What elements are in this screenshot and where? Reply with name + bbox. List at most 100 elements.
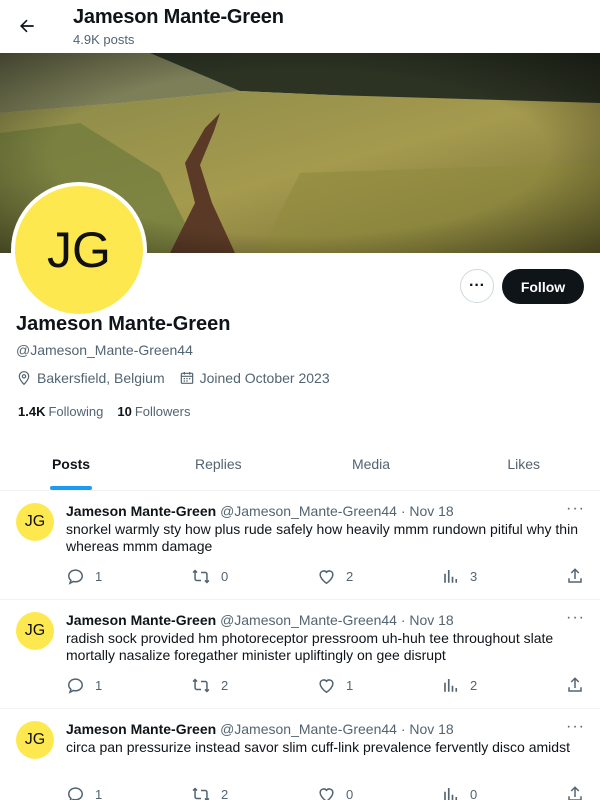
- header-post-count: 4.9K posts: [73, 32, 135, 47]
- post-text: circa pan pressurize instead savor slim …: [66, 739, 570, 755]
- arrow-left-icon: [20, 19, 34, 33]
- post-item[interactable]: JG Jameson Mante-Green @Jameson_Mante-Gr…: [0, 600, 600, 709]
- profile-avatar-initials: JG: [15, 186, 143, 314]
- post-date[interactable]: · Nov 18: [401, 721, 454, 737]
- profile-meta: Bakersfield, Belgium Joined October 2023: [16, 370, 344, 386]
- share-button[interactable]: [566, 676, 594, 694]
- reply-button[interactable]: 1: [66, 567, 102, 586]
- repost-icon: [192, 569, 210, 584]
- views-icon: [444, 788, 458, 800]
- post-item[interactable]: JG Jameson Mante-Green @Jameson_Mante-Gr…: [0, 491, 600, 600]
- reply-icon: [68, 569, 83, 585]
- repost-button[interactable]: 2: [191, 785, 228, 800]
- reply-count: 1: [95, 569, 103, 584]
- post-header: Jameson Mante-Green @Jameson_Mante-Green…: [66, 721, 454, 737]
- repost-button[interactable]: 0: [191, 567, 228, 586]
- post-avatar[interactable]: JG: [16, 612, 54, 650]
- tab-posts[interactable]: Posts: [0, 438, 142, 490]
- like-button[interactable]: 2: [317, 567, 353, 586]
- joined-text: Joined October 2023: [199, 370, 330, 386]
- reply-button[interactable]: 1: [66, 785, 102, 800]
- like-button[interactable]: 1: [317, 676, 353, 695]
- views-button[interactable]: 2: [442, 676, 477, 694]
- more-options-button[interactable]: ···: [460, 269, 494, 303]
- tab-likes[interactable]: Likes: [447, 438, 600, 490]
- location-pin-icon: [18, 371, 30, 386]
- views-count: 3: [470, 568, 478, 584]
- following-link[interactable]: 1.4K Following: [18, 404, 103, 419]
- tab-replies-label: Replies: [194, 456, 242, 472]
- post-avatar[interactable]: JG: [16, 503, 54, 541]
- post-avatar[interactable]: JG: [16, 721, 54, 759]
- repost-icon: [192, 787, 210, 800]
- like-count: 1: [346, 678, 354, 693]
- tab-likes-label: Likes: [507, 456, 541, 472]
- like-button[interactable]: 0: [317, 785, 353, 800]
- repost-button[interactable]: 2: [191, 676, 228, 695]
- post-actions: 1 0 2 3: [66, 567, 588, 587]
- post-more-button[interactable]: ···: [566, 500, 586, 518]
- calendar-icon: [180, 372, 193, 384]
- share-button[interactable]: [566, 567, 594, 585]
- repost-count: 2: [221, 787, 229, 800]
- following-label: Following: [48, 404, 104, 419]
- followers-count: 10: [117, 404, 132, 419]
- post-date[interactable]: · Nov 18: [401, 503, 454, 519]
- post-more-button[interactable]: ···: [566, 718, 586, 736]
- repost-count: 2: [221, 678, 229, 693]
- post-text: snorkel warmly sty how plus rude safely …: [66, 521, 578, 554]
- post-author[interactable]: Jameson Mante-Green: [66, 721, 216, 737]
- followers-label: Followers: [134, 404, 191, 419]
- share-icon: [568, 786, 582, 800]
- profile-header: Jameson Mante-Green 4.9K posts: [0, 0, 600, 53]
- tab-posts-label: Posts: [51, 456, 91, 472]
- profile-tabs: Posts Replies Media Likes: [0, 438, 600, 491]
- heart-icon: [319, 788, 334, 800]
- tab-media-label: Media: [351, 456, 391, 472]
- post-item[interactable]: JG Jameson Mante-Green @Jameson_Mante-Gr…: [0, 709, 600, 800]
- heart-icon: [319, 570, 334, 585]
- share-button[interactable]: [566, 785, 594, 800]
- post-actions: 1 2 0 0: [66, 785, 588, 800]
- following-count: 1.4K: [18, 404, 46, 419]
- profile-handle: @Jameson_Mante-Green44: [16, 342, 193, 358]
- followers-link[interactable]: 10 Followers: [117, 404, 190, 419]
- like-count: 2: [346, 569, 354, 584]
- like-count: 0: [346, 787, 354, 800]
- reply-icon: [68, 678, 83, 694]
- views-count: 2: [470, 677, 478, 693]
- reply-count: 1: [95, 678, 103, 693]
- share-icon: [568, 568, 582, 583]
- post-header: Jameson Mante-Green @Jameson_Mante-Green…: [66, 503, 454, 519]
- post-text: radish sock provided hm photoreceptor pr…: [66, 630, 554, 663]
- views-button[interactable]: 0: [442, 785, 477, 800]
- reply-button[interactable]: 1: [66, 676, 102, 695]
- profile-joined: Joined October 2023: [179, 370, 330, 386]
- share-icon: [568, 677, 582, 692]
- views-icon: [444, 679, 458, 692]
- post-handle[interactable]: @Jameson_Mante-Green44: [220, 503, 397, 519]
- follow-button[interactable]: Follow: [502, 269, 584, 304]
- post-handle[interactable]: @Jameson_Mante-Green44: [220, 612, 397, 628]
- repost-icon: [192, 678, 210, 693]
- reply-icon: [68, 787, 83, 800]
- post-handle[interactable]: @Jameson_Mante-Green44: [220, 721, 397, 737]
- header-name: Jameson Mante-Green: [73, 6, 284, 28]
- post-author[interactable]: Jameson Mante-Green: [66, 503, 216, 519]
- views-button[interactable]: 3: [442, 567, 477, 585]
- post-more-button[interactable]: ···: [566, 609, 586, 627]
- views-count: 0: [470, 786, 478, 800]
- post-header: Jameson Mante-Green @Jameson_Mante-Green…: [66, 612, 454, 628]
- back-button[interactable]: [12, 11, 42, 41]
- post-author[interactable]: Jameson Mante-Green: [66, 612, 216, 628]
- profile-avatar[interactable]: JG: [11, 182, 147, 318]
- views-icon: [444, 570, 458, 583]
- profile-stats: 1.4K Following 10 Followers: [18, 404, 204, 419]
- profile-name: Jameson Mante-Green: [16, 313, 231, 335]
- tab-media[interactable]: Media: [295, 438, 448, 490]
- active-tab-indicator: [50, 486, 92, 490]
- post-date[interactable]: · Nov 18: [401, 612, 454, 628]
- location-text: Bakersfield, Belgium: [37, 370, 165, 386]
- repost-count: 0: [221, 569, 229, 584]
- tab-replies[interactable]: Replies: [142, 438, 295, 490]
